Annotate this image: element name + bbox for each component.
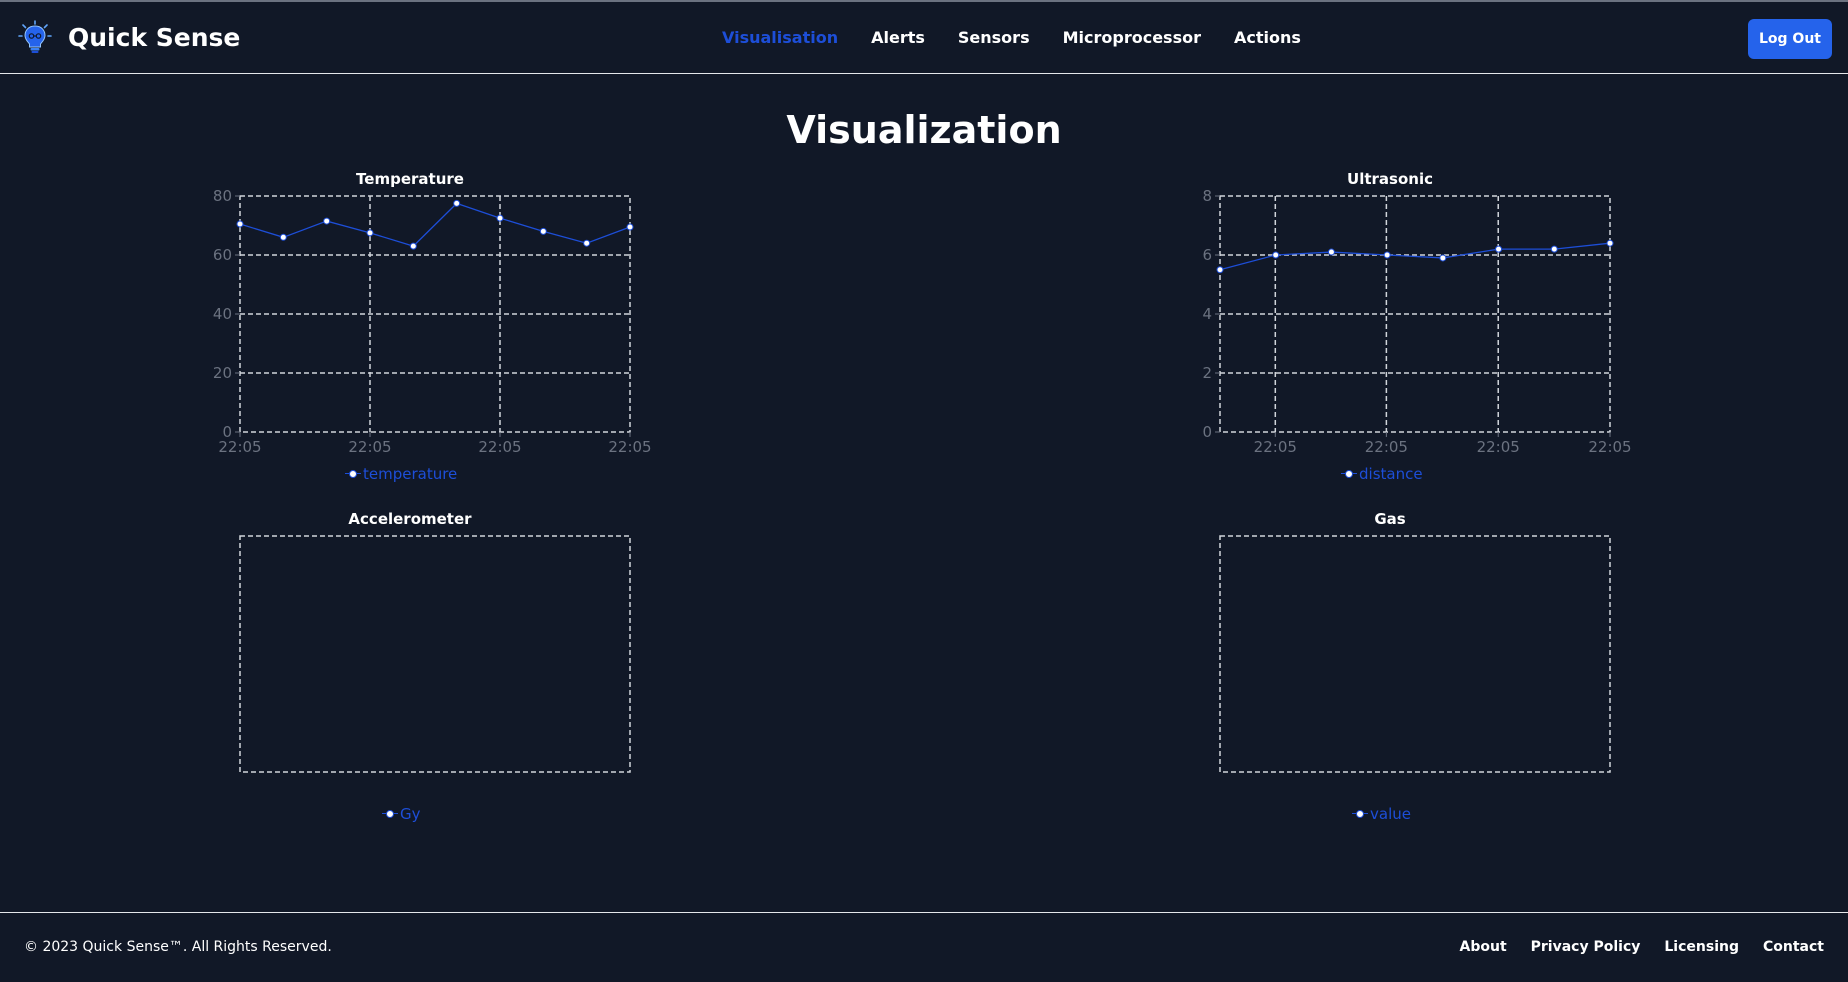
chart-title-ultrasonic: Ultrasonic [1347,170,1433,188]
nav-item-microprocessor[interactable]: Microprocessor [1063,28,1201,47]
chart-title-accelerometer: Accelerometer [348,510,472,528]
data-point [1272,251,1280,259]
plot-frame [1219,535,1611,773]
y-tick-label: 20 [213,364,232,382]
copyright-text: © 2023 Quick Sense™. All Rights Reserved… [24,939,332,955]
brand-name: Quick Sense [68,22,241,52]
data-point [539,227,547,235]
legend-marker-icon [1341,469,1357,479]
data-point [279,233,287,241]
legend-label: Gy [400,805,421,823]
x-tick-label: 22:05 [478,438,521,456]
y-tick-label: 40 [213,305,232,323]
data-point [1439,254,1447,262]
data-point [1606,239,1614,247]
x-tick-label: 22:05 [218,438,261,456]
data-point [496,214,504,222]
data-point [1327,248,1335,256]
data-point [409,242,417,250]
y-tick-label: 60 [213,246,232,264]
data-point [453,199,461,207]
data-point [1495,245,1503,253]
x-tick-label: 22:05 [1365,438,1408,456]
legend-label: temperature [363,465,458,483]
legend-gy[interactable]: Gy [382,805,421,823]
footer-link-about[interactable]: About [1460,939,1507,955]
legend-distance[interactable]: distance [1341,465,1423,483]
legend-label: value [1370,805,1411,823]
footer-link-privacy-policy[interactable]: Privacy Policy [1531,939,1641,955]
y-tick-label: 80 [213,187,232,205]
y-tick-label: 4 [1202,305,1212,323]
plot-frame [239,535,631,773]
chart-title-temperature: Temperature [356,170,464,188]
bulb-logo-icon [18,20,52,53]
legend-label: distance [1359,465,1423,483]
main-nav: Visualisation Alerts Sensors Microproces… [722,28,1334,47]
data-point [236,220,244,228]
x-tick-label: 22:05 [608,438,651,456]
y-tick-label: 0 [1202,423,1212,441]
footer: © 2023 Quick Sense™. All Rights Reserved… [0,912,1848,982]
data-point [1216,266,1224,274]
x-tick-label: 22:05 [1477,438,1520,456]
y-tick-label: 8 [1202,187,1212,205]
legend-marker-icon [1352,809,1368,819]
legend-marker-icon [382,809,398,819]
y-tick-label: 6 [1202,246,1212,264]
data-point [366,229,374,237]
series-line [239,202,631,247]
x-tick-label: 22:05 [1588,438,1631,456]
temperature-chart: 02040608022:05 22:05 22:05 22:05 [213,187,652,456]
nav-item-visualisation[interactable]: Visualisation [722,28,838,47]
footer-link-licensing[interactable]: Licensing [1664,939,1739,955]
ultrasonic-chart: 0 2 4 6 8 22:05 22:05 22:05 22:05 [1202,187,1631,456]
legend-value[interactable]: value [1352,805,1411,823]
nav-item-sensors[interactable]: Sensors [958,28,1030,47]
y-tick-label: 2 [1202,364,1212,382]
x-tick-label: 22:05 [348,438,391,456]
brand[interactable]: Quick Sense [18,20,240,54]
legend-marker-icon [345,469,361,479]
data-point [1550,245,1558,253]
data-point [626,223,634,231]
footer-link-contact[interactable]: Contact [1763,939,1824,955]
page-title: Visualization [786,108,1062,152]
data-point [583,239,591,247]
chart-title-gas: Gas [1374,510,1406,528]
data-point [1383,251,1391,259]
footer-links: About Privacy Policy Licensing Contact [1436,939,1825,955]
gas-chart [1219,535,1611,773]
legend-temperature[interactable]: temperature [345,465,457,483]
data-point [323,217,331,225]
x-tick-label: 22:05 [1254,438,1297,456]
logout-button[interactable]: Log Out [1748,19,1832,59]
top-navbar: Quick Sense Visualisation Alerts Sensors… [0,2,1848,74]
nav-item-alerts[interactable]: Alerts [871,28,925,47]
nav-item-actions[interactable]: Actions [1234,28,1301,47]
accelerometer-chart [239,535,631,773]
